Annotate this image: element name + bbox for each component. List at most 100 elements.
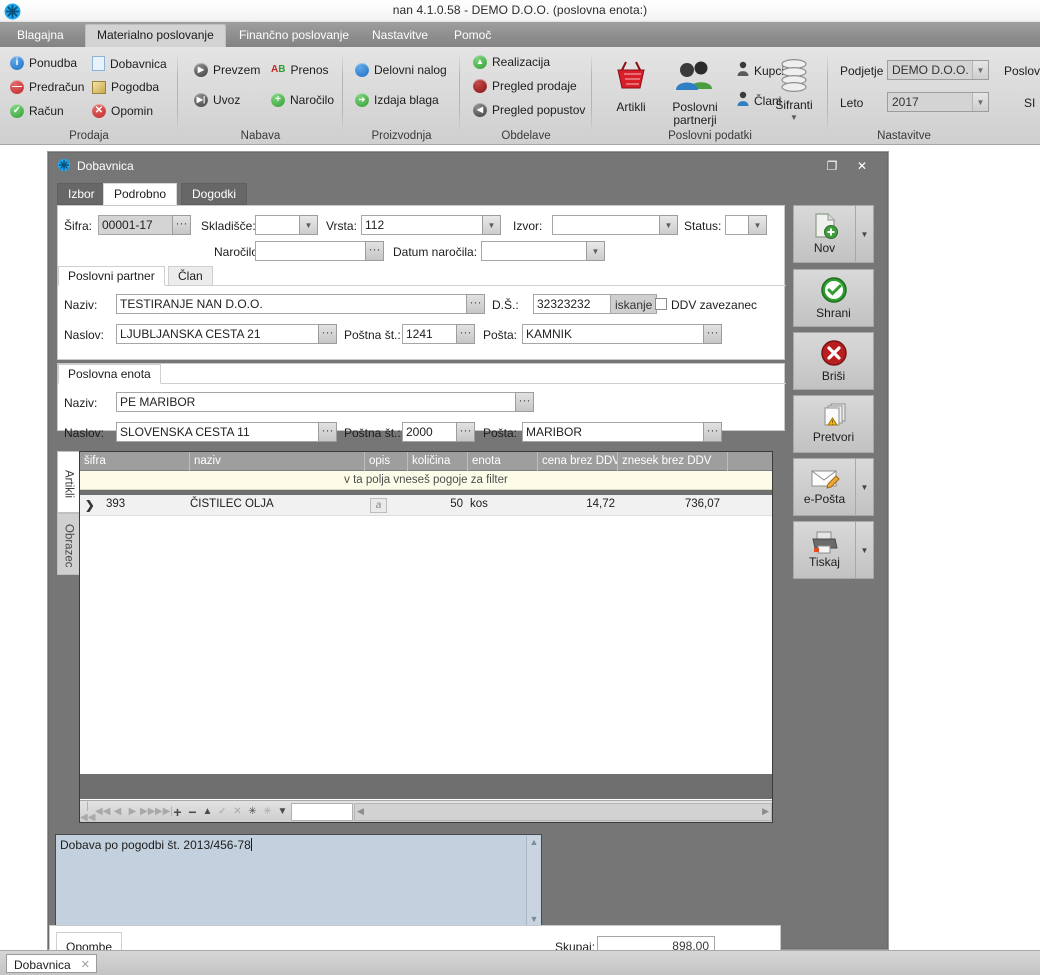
- refresh-icon[interactable]: ✳: [245, 806, 260, 817]
- grid-col-opis[interactable]: opis: [365, 452, 408, 471]
- scroll-up-arrow-icon[interactable]: ▲: [527, 836, 541, 849]
- ds-input[interactable]: 32323232: [533, 294, 611, 314]
- side-tab-artikli[interactable]: Artikli: [57, 451, 80, 513]
- close-icon[interactable]: ✕: [81, 958, 90, 971]
- nov-button[interactable]: Nov: [793, 205, 856, 263]
- tab-izbor[interactable]: Izbor: [57, 183, 106, 205]
- grid-horizontal-scrollbar[interactable]: ◀ ▶: [354, 802, 772, 821]
- partner-naslov-input[interactable]: LJUBLJANSKA CESTA 21: [116, 324, 319, 344]
- unit-naslov-input[interactable]: SLOVENSKA CESTA 11: [116, 422, 319, 442]
- subtab-clan[interactable]: Član: [168, 266, 213, 286]
- subtab-poslovna-enota[interactable]: Poslovna enota: [58, 364, 161, 384]
- partner-naslov-lookup-button[interactable]: ···: [318, 324, 337, 344]
- grid-nav-input[interactable]: [291, 802, 353, 821]
- leto-combo[interactable]: 2017 ▼: [887, 92, 989, 112]
- narocilo-lookup-button[interactable]: ···: [365, 241, 384, 261]
- taskbar-item-dobavnica[interactable]: Dobavnica ✕: [6, 954, 97, 973]
- first-record-icon[interactable]: |◀◀: [80, 801, 95, 823]
- datum-narocila-dropdown[interactable]: ▼: [586, 241, 605, 261]
- side-tab-obrazec[interactable]: Obrazec: [57, 513, 80, 575]
- ribbon-tab-blagajna[interactable]: Blagajna: [6, 24, 75, 47]
- vrsta-input[interactable]: 112: [361, 215, 483, 235]
- status-input[interactable]: [725, 215, 749, 235]
- grid-filter-row[interactable]: v ta polja vneseš pogoje za filter: [80, 471, 772, 490]
- post-edit-icon[interactable]: ✓: [215, 806, 230, 817]
- ribbon-tab-pomoc[interactable]: Pomoč: [443, 24, 502, 47]
- prior-record-icon[interactable]: ◀: [110, 806, 125, 817]
- brisi-button[interactable]: Briši: [793, 332, 874, 390]
- subtab-poslovni-partner[interactable]: Poslovni partner: [58, 266, 165, 286]
- tab-podrobno[interactable]: Podrobno: [103, 183, 178, 205]
- partner-postna-st-lookup-button[interactable]: ···: [456, 324, 475, 344]
- tiskaj-button[interactable]: Tiskaj: [793, 521, 856, 579]
- grid-col-kolicina[interactable]: količina: [408, 452, 468, 471]
- ribbon-tab-financno[interactable]: Finančno poslovanje: [228, 24, 360, 47]
- chevron-down-icon[interactable]: ▼: [768, 111, 820, 124]
- iskanje-button[interactable]: iskanje: [610, 294, 658, 314]
- next-page-icon[interactable]: ▶▶: [140, 806, 155, 817]
- grid-col-znesek[interactable]: znesek brez DDV: [618, 452, 728, 471]
- ribbon-button-predracun[interactable]: — Predračun: [10, 80, 84, 94]
- ribbon-tab-materialno[interactable]: Materialno poslovanje: [85, 24, 226, 47]
- datum-narocila-input[interactable]: [481, 241, 587, 261]
- last-record-icon[interactable]: ▶▶|: [155, 806, 173, 817]
- ribbon-button-narocilo[interactable]: + Naročilo: [271, 93, 334, 107]
- unit-naziv-lookup-button[interactable]: ···: [515, 392, 534, 412]
- unit-naslov-lookup-button[interactable]: ···: [318, 422, 337, 442]
- ribbon-button-realizacija[interactable]: ▲ Realizacija: [473, 55, 550, 69]
- skladisce-input[interactable]: [255, 215, 300, 235]
- partner-posta-lookup-button[interactable]: ···: [703, 324, 722, 344]
- ribbon-button-artikli[interactable]: Artikli: [600, 59, 662, 114]
- opombe-memo[interactable]: Dobava po pogodbi št. 2013/456-78 ▲ ▼: [55, 834, 542, 926]
- ribbon-button-sifranti[interactable]: Šifranti ▼: [768, 57, 820, 124]
- grid-col-enota[interactable]: enota: [468, 452, 538, 471]
- delete-record-icon[interactable]: −: [185, 804, 200, 820]
- partner-postna-st-input[interactable]: 1241: [402, 324, 457, 344]
- apply-update-icon[interactable]: ✳: [260, 806, 275, 817]
- prior-page-icon[interactable]: ◀◀: [95, 806, 110, 817]
- grid-col-cena[interactable]: cena brez DDV: [538, 452, 618, 471]
- sifra-lookup-button[interactable]: ···: [172, 215, 191, 235]
- ribbon-button-pregled-prodaje[interactable]: Pregled prodaje: [473, 79, 577, 93]
- ribbon-button-izdaja-blaga[interactable]: ➜ Izdaja blaga: [355, 93, 439, 107]
- close-button[interactable]: ✕: [851, 158, 873, 174]
- sifra-input[interactable]: 00001-17: [98, 215, 173, 235]
- ribbon-button-uvoz[interactable]: ▶| Uvoz: [194, 93, 240, 107]
- partner-posta-input[interactable]: KAMNIK: [522, 324, 704, 344]
- insert-record-icon[interactable]: +: [170, 804, 185, 820]
- unit-postna-st-input[interactable]: 2000: [402, 422, 457, 442]
- grid-col-naziv[interactable]: naziv: [190, 452, 365, 471]
- tab-dogodki[interactable]: Dogodki: [181, 183, 248, 205]
- cancel-edit-icon[interactable]: ✕: [230, 806, 245, 817]
- vrsta-dropdown[interactable]: ▼: [482, 215, 501, 235]
- ribbon-button-prevzem[interactable]: ▶ Prevzem: [194, 63, 260, 77]
- scroll-left-arrow-icon[interactable]: ◀: [357, 806, 364, 817]
- ribbon-button-poslovni-partnerji[interactable]: Poslovni partnerji: [660, 59, 730, 127]
- podjetje-combo[interactable]: DEMO D.O.O. ▼: [887, 60, 989, 80]
- chevron-down-icon[interactable]: ▼: [972, 61, 988, 79]
- next-record-icon[interactable]: ▶: [125, 806, 140, 817]
- nov-dropdown-button[interactable]: ▼: [856, 205, 874, 263]
- shrani-button[interactable]: Shrani: [793, 269, 874, 327]
- ribbon-button-pregled-popustov[interactable]: ◀ Pregled popustov: [473, 103, 585, 117]
- ribbon-button-prenos[interactable]: AB Prenos: [271, 63, 329, 77]
- unit-naziv-input[interactable]: PE MARIBOR: [116, 392, 516, 412]
- unit-posta-lookup-button[interactable]: ···: [703, 422, 722, 442]
- maximize-button[interactable]: ❐: [821, 158, 843, 174]
- scroll-right-arrow-icon[interactable]: ▶: [762, 806, 769, 817]
- ribbon-button-dobavnica[interactable]: Dobavnica: [92, 56, 167, 71]
- izvor-input[interactable]: [552, 215, 660, 235]
- cell-opis-indicator[interactable]: a: [370, 498, 387, 513]
- ribbon-tab-nastavitve[interactable]: Nastavitve: [361, 24, 439, 47]
- epostа-button[interactable]: e-Pošta: [793, 458, 856, 516]
- chevron-down-icon[interactable]: ▼: [972, 93, 988, 111]
- ribbon-button-pogodba[interactable]: Pogodba: [92, 80, 159, 94]
- row-expander-icon[interactable]: ❯: [85, 495, 101, 516]
- unit-postna-st-lookup-button[interactable]: ···: [456, 422, 475, 442]
- ribbon-button-racun[interactable]: ✓ Račun: [10, 104, 64, 118]
- filter-icon[interactable]: ▼: [275, 806, 290, 817]
- narocilo-input[interactable]: [255, 241, 366, 261]
- grid-col-sifra[interactable]: šifra: [80, 452, 190, 471]
- eposta-dropdown-button[interactable]: ▼: [856, 458, 874, 516]
- partner-naziv-input[interactable]: TESTIRANJE NAN D.O.O.: [116, 294, 467, 314]
